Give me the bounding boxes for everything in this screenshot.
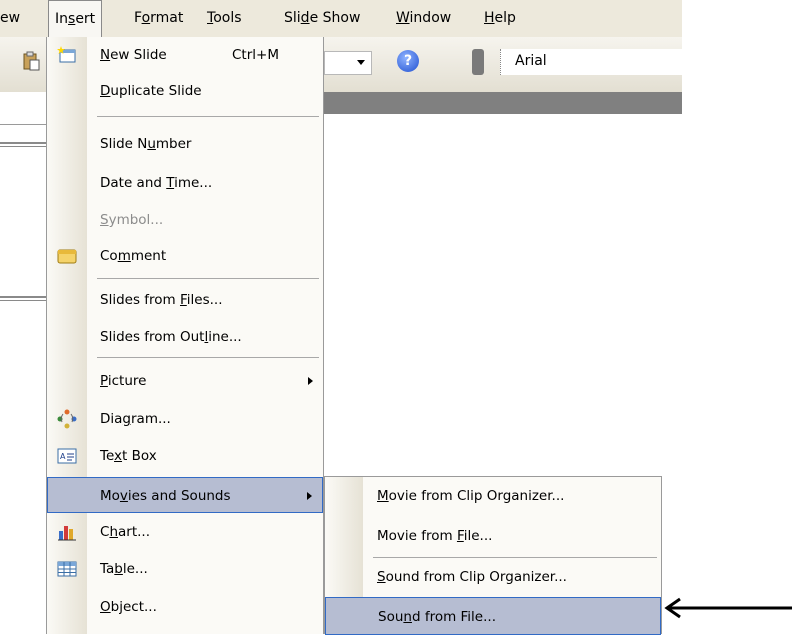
menu-item-slides-from-files[interactable]: Slides from Files...	[47, 282, 323, 318]
menu-separator	[97, 357, 319, 358]
menu-item-diagram[interactable]: Diagram...	[47, 401, 323, 437]
menu-item-picture[interactable]: Picture	[47, 363, 323, 399]
chart-icon	[57, 522, 77, 542]
menu-item-duplicate-slide[interactable]: Duplicate Slide	[47, 73, 323, 109]
outline-line	[0, 296, 46, 298]
chevron-down-icon	[357, 60, 365, 65]
toolbar-chevron-icon[interactable]	[472, 49, 484, 75]
menu-separator	[97, 116, 319, 117]
dropdown-box[interactable]	[324, 51, 372, 75]
menu-item-table[interactable]: Table...	[47, 551, 323, 587]
menu-item-chart[interactable]: Chart...	[47, 514, 323, 550]
comment-icon	[57, 246, 77, 266]
menu-item-slides-from-outline[interactable]: Slides from Outline...	[47, 319, 323, 355]
menu-window[interactable]: Window	[396, 0, 451, 37]
paste-icon[interactable]	[22, 51, 40, 71]
submenu-item-sound-from-clip-organizer[interactable]: Sound from Clip Organizer...	[325, 559, 661, 595]
menu-bar: ew Insert Format Tools Slide Show Window…	[0, 0, 682, 37]
menu-format[interactable]: Format	[134, 0, 183, 37]
menu-item-symbol[interactable]: Symbol...	[47, 202, 323, 238]
insert-menu: New Slide Ctrl+M Duplicate Slide Slide N…	[46, 37, 324, 634]
menu-separator	[373, 557, 657, 558]
menu-item-movies-and-sounds[interactable]: Movies and Sounds	[47, 477, 323, 513]
outline-line	[0, 146, 46, 147]
submenu-item-movie-from-clip-organizer[interactable]: Movie from Clip Organizer...	[325, 478, 661, 514]
menu-item-text-box[interactable]: A Text Box	[47, 438, 323, 474]
help-icon[interactable]: ?	[397, 50, 419, 72]
font-name-box[interactable]: Arial	[500, 49, 683, 75]
menu-item-object[interactable]: Object...	[47, 589, 323, 625]
menu-help[interactable]: Help	[484, 0, 516, 37]
menu-item-slide-number[interactable]: Slide Number	[47, 126, 323, 162]
menu-item-date-time[interactable]: Date and Time...	[47, 165, 323, 201]
submenu-arrow-icon	[307, 492, 312, 500]
submenu-item-sound-from-file[interactable]: Sound from File...	[325, 597, 661, 635]
text-box-icon: A	[57, 446, 77, 466]
table-icon	[57, 559, 77, 579]
diagram-icon	[57, 409, 77, 429]
svg-text:A: A	[60, 452, 66, 461]
menu-slide-show[interactable]: Slide Show	[284, 0, 360, 37]
menu-separator	[97, 278, 319, 279]
shortcut-label: Ctrl+M	[232, 47, 279, 63]
outline-line	[0, 142, 46, 144]
new-slide-icon	[57, 45, 77, 65]
left-arrow-icon	[664, 597, 792, 619]
menu-insert[interactable]: Insert	[48, 0, 103, 37]
font-name-value: Arial	[515, 53, 547, 69]
movies-and-sounds-submenu: Movie from Clip Organizer... Movie from …	[324, 476, 662, 635]
menu-item-comment[interactable]: Comment	[47, 238, 323, 274]
outline-line	[0, 300, 46, 301]
menu-tools[interactable]: Tools	[207, 0, 242, 37]
menu-item-new-slide[interactable]: New Slide Ctrl+M	[47, 37, 323, 73]
submenu-item-movie-from-file[interactable]: Movie from File...	[325, 518, 661, 554]
menu-view[interactable]: ew	[0, 0, 20, 37]
submenu-arrow-icon	[308, 377, 313, 385]
dark-strip	[322, 92, 682, 114]
